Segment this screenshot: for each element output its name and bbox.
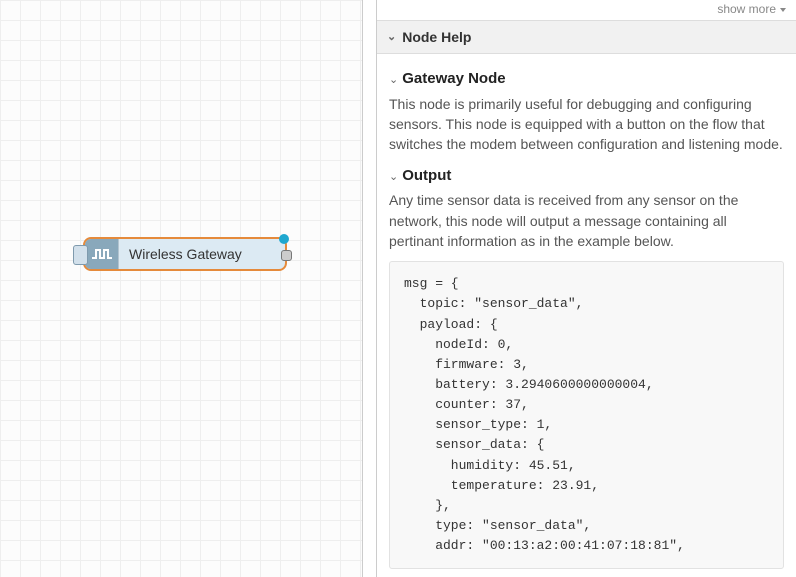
- code-example: msg = { topic: "sensor_data", payload: {…: [389, 261, 784, 569]
- gateway-heading-row[interactable]: ⌄ Gateway Node: [389, 68, 784, 94]
- help-sidebar: show more ⌄ Node Help ⌄ Gateway Node Thi…: [377, 0, 796, 577]
- gateway-description: This node is primarily useful for debugg…: [389, 94, 784, 155]
- node-trigger-button[interactable]: [73, 245, 88, 265]
- show-more-link[interactable]: show more: [717, 2, 786, 16]
- panel-separator[interactable]: [362, 0, 377, 577]
- chevron-down-icon: ⌄: [389, 172, 398, 183]
- help-section-header[interactable]: ⌄ Node Help: [377, 20, 796, 54]
- chevron-down-icon: ⌄: [387, 32, 396, 43]
- caret-down-icon: [780, 8, 786, 12]
- output-description: Any time sensor data is received from an…: [389, 190, 784, 251]
- node-output-port[interactable]: [281, 250, 292, 261]
- waveform-icon: [85, 239, 119, 269]
- show-more-row: show more: [377, 0, 796, 20]
- gateway-heading: Gateway Node: [402, 68, 505, 90]
- output-heading: Output: [402, 165, 451, 187]
- output-heading-row[interactable]: ⌄ Output: [389, 165, 784, 191]
- show-more-label: show more: [717, 2, 776, 16]
- node-wireless-gateway[interactable]: Wireless Gateway: [83, 237, 287, 271]
- section-title: Node Help: [402, 29, 471, 45]
- node-changed-indicator: [279, 234, 289, 244]
- chevron-down-icon: ⌄: [389, 75, 398, 86]
- help-content: ⌄ Gateway Node This node is primarily us…: [377, 54, 796, 577]
- flow-canvas[interactable]: Wireless Gateway: [0, 0, 362, 577]
- node-label: Wireless Gateway: [119, 246, 285, 262]
